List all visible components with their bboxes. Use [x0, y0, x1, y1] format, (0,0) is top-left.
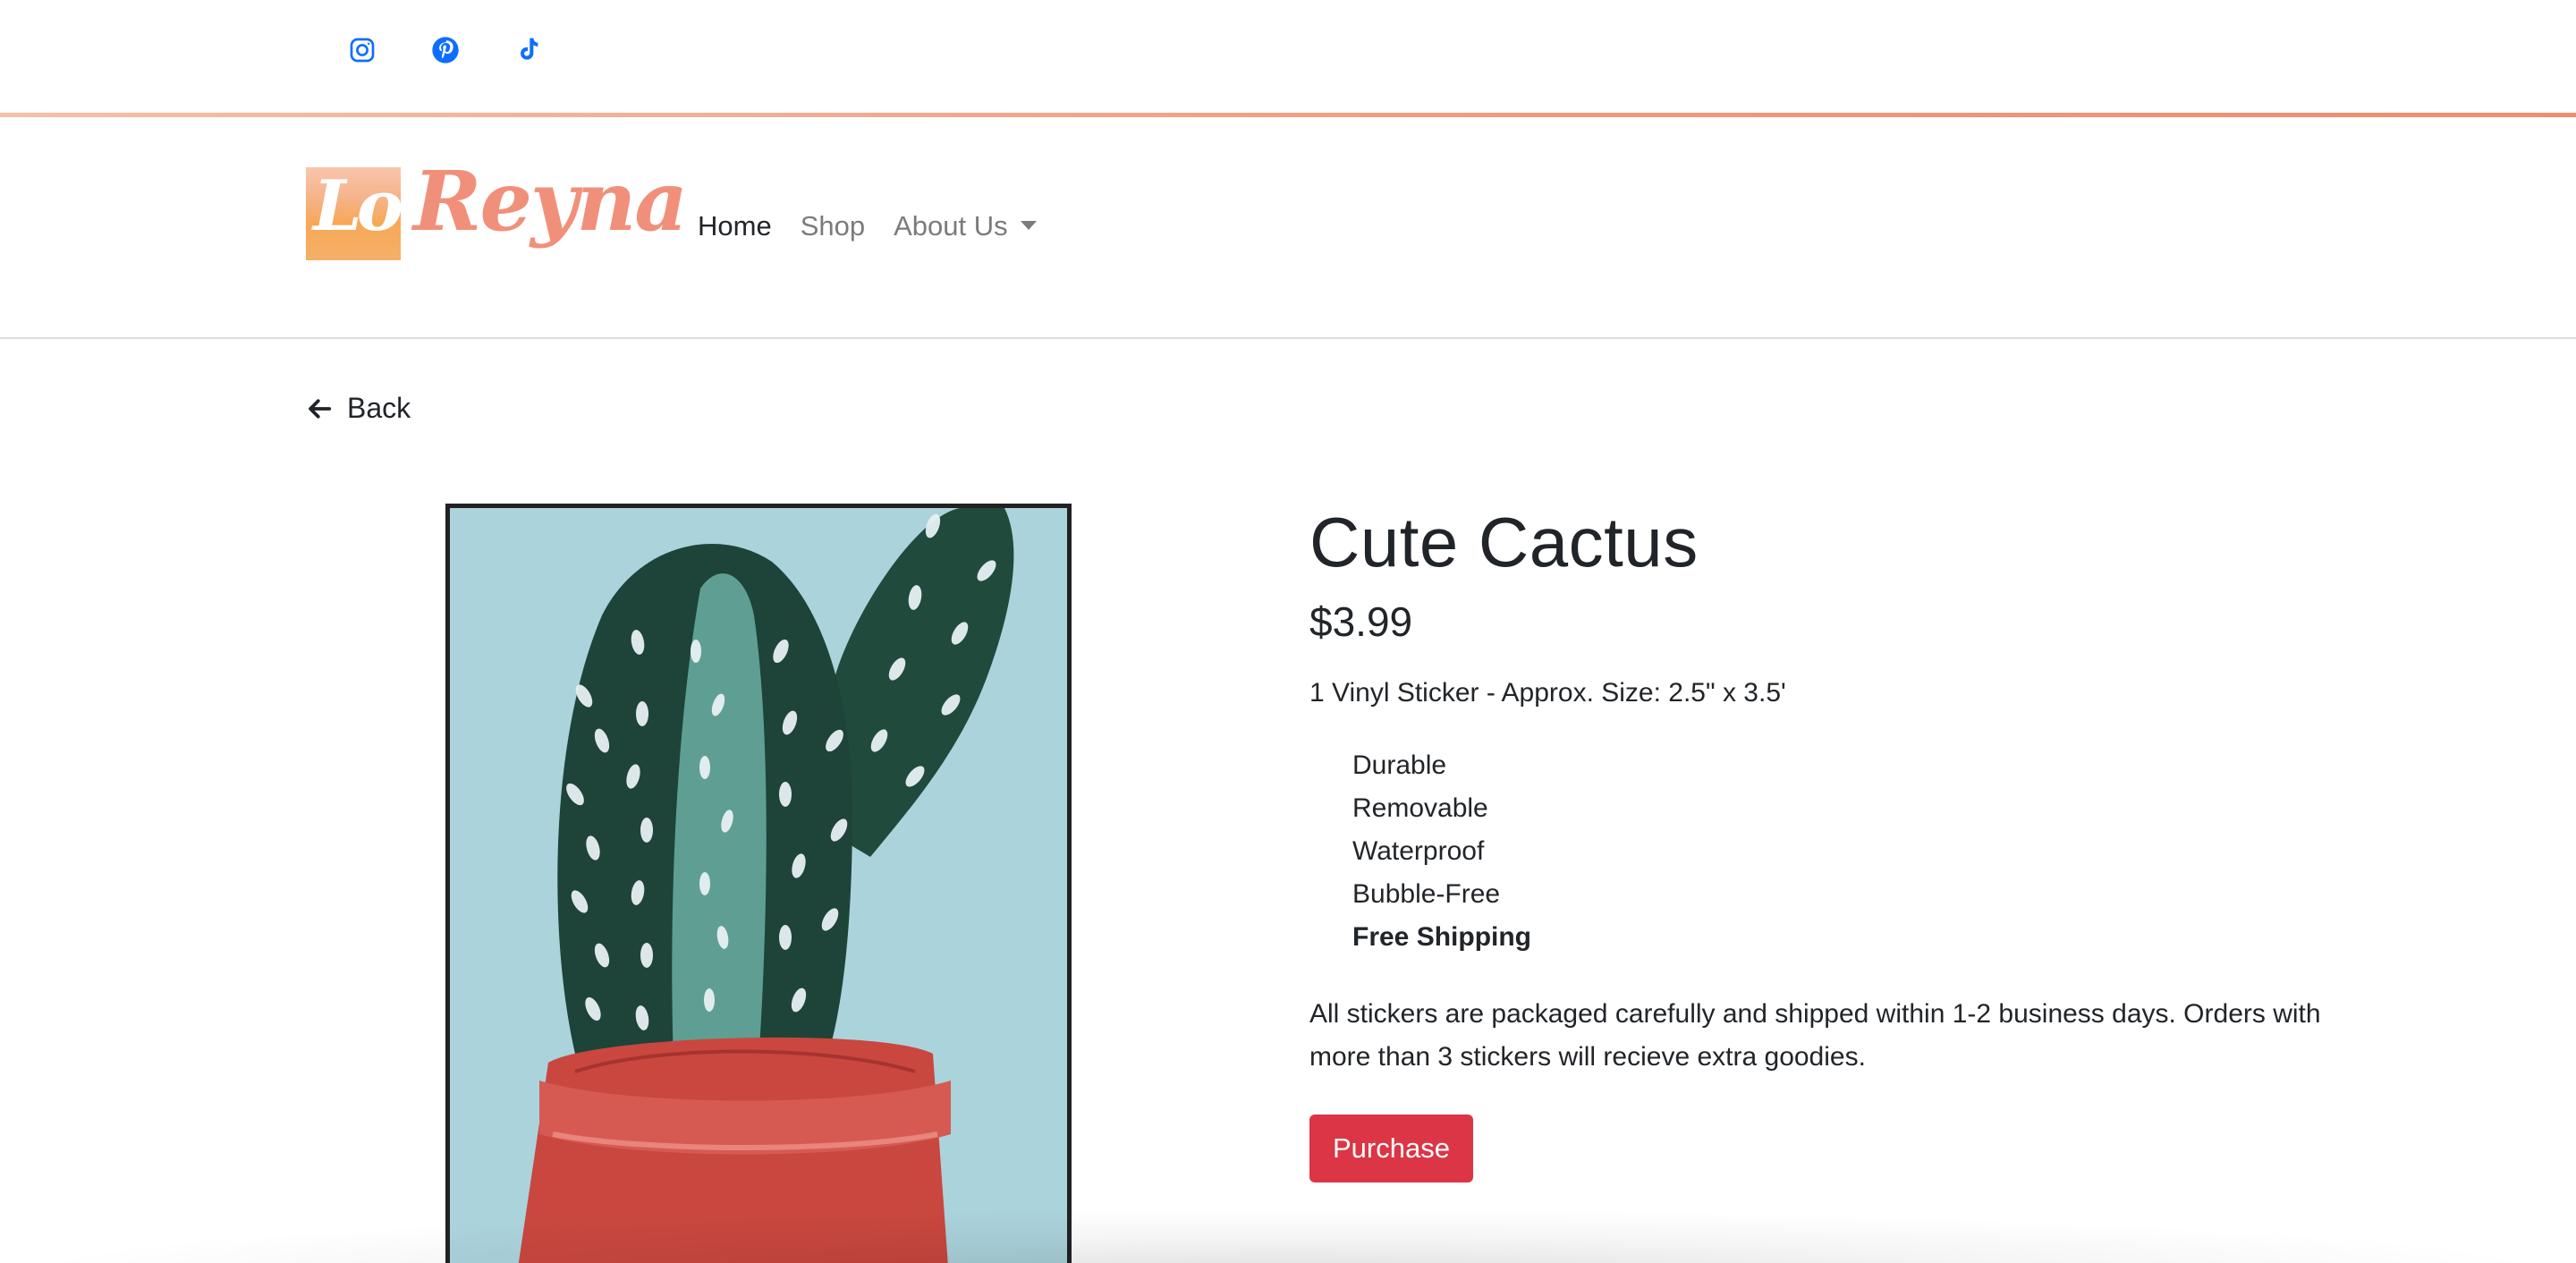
product-price: $3.99 [1309, 598, 1413, 645]
nav-links: Home Shop About Us [698, 210, 1065, 242]
logo-reyna-text: Reyna [413, 153, 688, 250]
purchase-button[interactable]: Purchase [1309, 1114, 1473, 1182]
nav-shop[interactable]: Shop [801, 210, 865, 242]
arrow-left-icon [309, 398, 332, 419]
feature-item: Durable [1352, 750, 1447, 780]
back-label: Back [347, 392, 411, 424]
cactus-illustration [450, 508, 1067, 1263]
nav-home[interactable]: Home [698, 210, 772, 242]
back-link[interactable]: Back [306, 392, 411, 425]
feature-item: Waterproof [1352, 835, 1485, 866]
tiktok-icon[interactable] [511, 32, 547, 68]
product-description: 1 Vinyl Sticker - Approx. Size: 2.5" x 3… [1309, 677, 1786, 708]
navbar: Lo Reyna Home Shop About Us [0, 117, 2576, 339]
product-info: Cute Cactus $3.99 1 Vinyl Sticker - Appr… [1309, 501, 2356, 1182]
feature-item: Bubble-Free [1352, 878, 1501, 909]
social-bar [0, 0, 2576, 114]
brand-logo[interactable]: Lo Reyna [306, 153, 688, 273]
chevron-down-icon [1020, 220, 1037, 230]
pinterest-icon[interactable] [428, 32, 463, 68]
feature-item-free-shipping: Free Shipping [1352, 921, 1532, 952]
logo-lo-text: Lo [313, 165, 403, 247]
shipping-note: All stickers are packaged carefully and … [1309, 998, 2321, 1072]
feature-item: Removable [1352, 793, 1488, 823]
nav-about-us-dropdown[interactable]: About Us [894, 210, 1037, 242]
feature-list: Durable Removable Waterproof Bubble-Free… [1309, 744, 2356, 959]
bottom-shadow [0, 1208, 2576, 1263]
instagram-icon[interactable] [344, 32, 380, 68]
product-title: Cute Cactus [1309, 503, 1699, 581]
product-image [445, 504, 1072, 1263]
nav-about-us-label: About Us [894, 210, 1008, 242]
